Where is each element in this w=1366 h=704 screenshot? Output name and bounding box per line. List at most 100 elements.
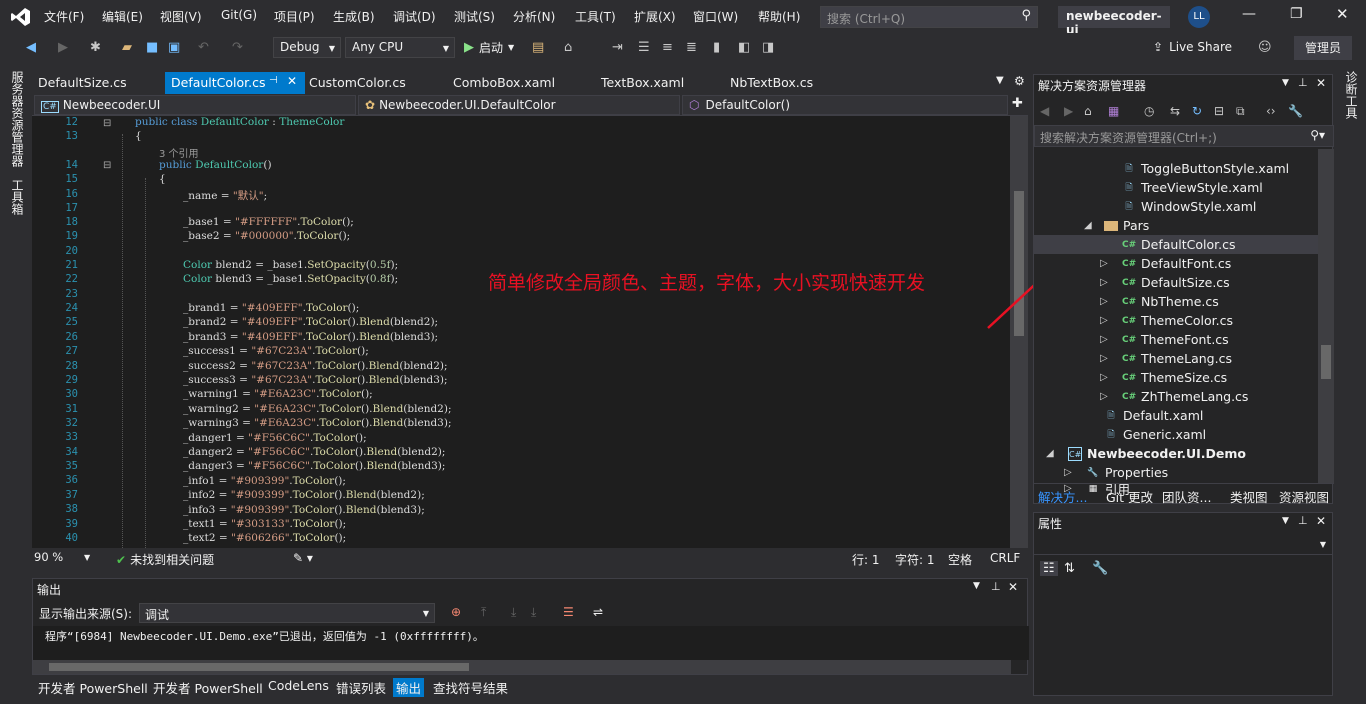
collapse-method-icon[interactable]: ⊟ xyxy=(103,160,111,171)
close-window-icon[interactable]: ✕ xyxy=(1336,5,1349,23)
open-file-icon[interactable]: ▰ xyxy=(122,40,132,55)
configuration-select[interactable]: Debug ▼ xyxy=(273,37,341,58)
visual-studio-logo-icon[interactable] xyxy=(10,7,32,27)
expand-arrow-icon[interactable]: ▷ xyxy=(1100,277,1108,288)
new-project-icon[interactable]: ✱ xyxy=(90,40,101,55)
expand-arrow-icon[interactable]: ▷ xyxy=(1100,315,1108,326)
tab-customcolor[interactable]: CustomColor.cs xyxy=(303,72,412,94)
undo-icon[interactable]: ↶ xyxy=(198,40,209,55)
solution-search-input[interactable]: 搜索解决方案资源管理器(Ctrl+;) ⚲▾ xyxy=(1034,125,1334,147)
tree-item[interactable]: C# ThemeSize.cs xyxy=(1122,368,1227,387)
collapse-all-icon[interactable]: ⊟ xyxy=(1214,104,1236,118)
expand-arrow-icon[interactable]: ▷ xyxy=(1100,258,1108,269)
tree-item[interactable]: C# DefaultColor.cs xyxy=(1034,235,1318,254)
menu-view[interactable]: 视图(V) xyxy=(160,8,202,25)
menu-window[interactable]: 窗口(W) xyxy=(693,8,738,25)
menu-file[interactable]: 文件(F) xyxy=(44,8,84,25)
live-share-button[interactable]: ⇪ Live Share xyxy=(1153,40,1232,54)
next-bookmark-icon[interactable]: ◨ xyxy=(762,40,774,55)
expand-arrow-icon[interactable]: ▷ xyxy=(1100,353,1108,364)
line-indicator[interactable]: 行: 1 xyxy=(852,551,880,568)
scroll-thumb[interactable] xyxy=(1321,345,1331,379)
expand-arrow-icon[interactable]: ▷ xyxy=(1100,391,1108,402)
collapse-arrow-icon[interactable]: ◢ xyxy=(1046,448,1054,459)
bookmark-icon[interactable]: ▮ xyxy=(713,40,720,55)
tab-solution-explorer[interactable]: 解决方... xyxy=(1038,487,1087,506)
next-message-icon[interactable]: ⤓ xyxy=(511,605,516,620)
tree-item[interactable]: 🗎 WindowStyle.xaml xyxy=(1122,197,1256,216)
folder-icon[interactable]: ▤ xyxy=(532,40,544,55)
menu-debug[interactable]: 调试(D) xyxy=(393,8,436,25)
tree-item[interactable]: 🗎 ToggleButtonStyle.xaml xyxy=(1122,159,1289,178)
browser-icon[interactable]: ⌂ xyxy=(564,40,572,55)
tab-class-view[interactable]: 类视图 xyxy=(1230,487,1268,506)
split-editor-icon[interactable]: ✚ xyxy=(1012,96,1023,111)
class-dropdown[interactable]: ✿ Newbeecoder.UI.DefaultColor xyxy=(358,95,680,115)
code-editor[interactable]: 12 13 14 15 16 17 18 19 20 21 22 23 24 25 26 27 28 29 30 31… xyxy=(32,116,1028,548)
tree-item[interactable]: C# DefaultSize.cs xyxy=(1122,273,1230,292)
menu-edit[interactable]: 编辑(E) xyxy=(102,8,143,25)
close-panel-icon[interactable]: ✕ xyxy=(1316,514,1326,528)
back-icon[interactable]: ◀ xyxy=(1040,104,1064,118)
panel-menu-icon[interactable]: ▼ xyxy=(1282,78,1289,88)
tab-error-list[interactable]: 错误列表 xyxy=(336,678,386,697)
tree-item[interactable]: C# ThemeLang.cs xyxy=(1122,349,1232,368)
tree-item[interactable]: 🗎 Generic.xaml xyxy=(1104,425,1206,444)
prev-bookmark-icon[interactable]: ◧ xyxy=(738,40,750,55)
tab-dev-powershell-2[interactable]: 开发者 PowerShell xyxy=(153,678,263,697)
expand-arrow-icon[interactable]: ▷ xyxy=(1100,334,1108,345)
pending-changes-icon[interactable]: ◷ xyxy=(1144,104,1170,118)
alphabetical-icon[interactable]: ⇅ xyxy=(1064,561,1075,576)
menu-project[interactable]: 项目(P) xyxy=(274,8,315,25)
settings-gear-icon[interactable]: ⚙ xyxy=(1014,74,1025,88)
show-all-files-icon[interactable]: ⧉ xyxy=(1236,104,1266,119)
pin-icon[interactable]: ⊥ xyxy=(1298,76,1308,89)
goto-icon[interactable]: ⤓ xyxy=(531,605,536,620)
feedback-icon[interactable]: ☺ xyxy=(1258,40,1272,55)
tab-codelens[interactable]: CodeLens xyxy=(268,678,329,693)
search-input[interactable]: 搜索 (Ctrl+Q) ⚲ xyxy=(820,6,1038,28)
property-pages-icon[interactable]: 🔧 xyxy=(1092,561,1108,576)
redo-icon[interactable]: ↷ xyxy=(232,40,243,55)
tab-resource-view[interactable]: 资源视图 xyxy=(1279,487,1329,506)
minimize-icon[interactable]: — xyxy=(1242,6,1256,22)
avatar[interactable]: LL xyxy=(1188,6,1210,28)
menu-help[interactable]: 帮助(H) xyxy=(758,8,800,25)
save-icon[interactable]: ■ xyxy=(146,40,158,55)
output-horizontal-scrollbar[interactable] xyxy=(33,660,1011,674)
uncomment-icon[interactable]: ≣ xyxy=(686,40,697,55)
find-message-icon[interactable]: ⊕ xyxy=(451,605,461,619)
member-dropdown[interactable]: ⬡ DefaultColor() xyxy=(682,95,1008,115)
collapse-arrow-icon[interactable]: ◢ xyxy=(1084,220,1092,231)
tab-team-explorer[interactable]: 团队资... xyxy=(1162,487,1211,506)
tab-overflow-icon[interactable]: ▼ xyxy=(996,75,1004,86)
back-icon[interactable]: ◀ xyxy=(26,40,36,55)
wrench-icon[interactable]: 🔧 xyxy=(1288,104,1310,118)
word-wrap-icon[interactable]: ⇌ xyxy=(593,605,603,619)
pin-icon[interactable]: ⊣ xyxy=(269,75,278,86)
project-dropdown[interactable]: C# Newbeecoder.UI xyxy=(34,95,356,115)
comment-icon[interactable]: ≡ xyxy=(662,40,673,55)
refresh-icon[interactable]: ↻ xyxy=(1192,104,1214,118)
clear-all-icon[interactable]: ☰ xyxy=(563,605,574,619)
tab-defaultcolor[interactable]: DefaultColor.cs ⊣ ✕ xyxy=(165,72,305,94)
expand-arrow-icon[interactable]: ▷ xyxy=(1064,467,1072,478)
close-panel-icon[interactable]: ✕ xyxy=(1316,76,1326,90)
collapse-class-icon[interactable]: ⊟ xyxy=(103,118,111,129)
code-view-icon[interactable]: ‹› xyxy=(1266,104,1288,118)
tab-textbox[interactable]: TextBox.xaml xyxy=(595,72,690,94)
expand-arrow-icon[interactable]: ▷ xyxy=(1100,372,1108,383)
menu-analyze[interactable]: 分析(N) xyxy=(513,8,555,25)
scroll-thumb[interactable] xyxy=(1014,191,1024,336)
editor-vertical-scrollbar[interactable] xyxy=(1010,116,1028,548)
tab-nbtextbox[interactable]: NbTextBox.cs xyxy=(724,72,819,94)
step-icon[interactable]: ⇥ xyxy=(612,40,623,55)
format-icon[interactable]: ☰ xyxy=(638,40,650,55)
tab-output[interactable]: 输出 xyxy=(393,678,425,697)
tab-combobox[interactable]: ComboBox.xaml xyxy=(447,72,561,94)
tree-item[interactable]: 🗎 TreeViewStyle.xaml xyxy=(1122,178,1262,197)
issues-indicator[interactable]: ✔ 未找到相关问题 xyxy=(116,551,214,568)
menu-extensions[interactable]: 扩展(X) xyxy=(634,8,676,25)
pin-icon[interactable]: ⊥ xyxy=(1298,514,1308,527)
tree-item[interactable]: Pars xyxy=(1104,216,1149,235)
